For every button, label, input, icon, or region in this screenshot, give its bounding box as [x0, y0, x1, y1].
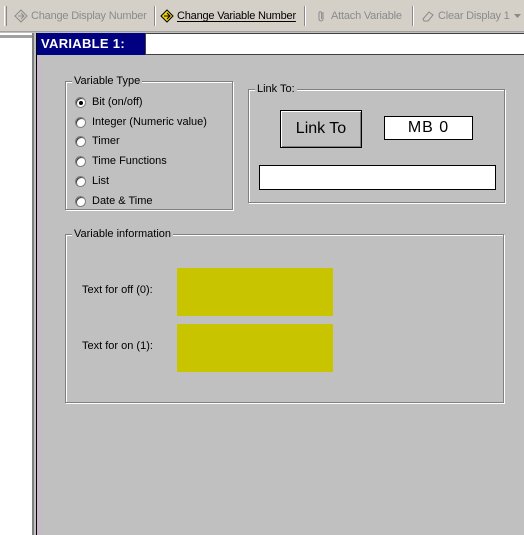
variable-type-group: Variable Type Bit (on/off) Integer (Nume…: [65, 75, 233, 210]
link-description-field[interactable]: [259, 165, 496, 190]
clear-display-button[interactable]: Clear Display 1: [421, 8, 521, 24]
radio-button[interactable]: [75, 135, 86, 147]
left-pane[interactable]: [0, 33, 34, 535]
text-off-label: Text for off (0):: [82, 284, 153, 296]
radio-button[interactable]: [75, 155, 86, 167]
radio-label: Timer: [92, 135, 120, 147]
radio-date-time[interactable]: Date & Time: [75, 194, 153, 208]
radio-label: Integer (Numeric value): [92, 116, 207, 128]
link-address-field[interactable]: MB 0: [384, 116, 473, 140]
link-to-label: Link To:: [255, 83, 297, 96]
variable-name-field[interactable]: [145, 33, 524, 55]
toolbar-separator: [412, 6, 414, 26]
variable-info-label: Variable information: [72, 228, 174, 241]
radio-label: List: [92, 175, 110, 187]
link-to-group: Link To: Link To MB 0: [248, 83, 505, 203]
radio-label: Date & Time: [92, 195, 153, 207]
toolbar-separator: [154, 6, 156, 26]
dropdown-arrow-icon[interactable]: [513, 10, 521, 22]
attach-variable-button[interactable]: Attach Variable: [314, 8, 402, 24]
radio-button[interactable]: [75, 195, 86, 207]
eraser-icon: [421, 9, 435, 23]
toolbar-separator: [304, 6, 306, 26]
diamond-arrow-icon: [14, 9, 28, 23]
text-on-field[interactable]: [177, 324, 333, 372]
text-on-label: Text for on (1):: [82, 340, 153, 352]
radio-list[interactable]: List: [75, 174, 109, 188]
text-off-field[interactable]: [177, 268, 333, 316]
radio-integer[interactable]: Integer (Numeric value): [75, 115, 207, 129]
variable-panel: VARIABLE 1: Variable Type Bit (on/off) I…: [36, 33, 524, 535]
diamond-arrow-icon: [160, 9, 174, 23]
attach-variable-label: Attach Variable: [331, 10, 402, 22]
radio-button[interactable]: [75, 175, 86, 187]
radio-time-functions[interactable]: Time Functions: [75, 154, 167, 168]
radio-label: Time Functions: [92, 155, 167, 167]
change-display-number-button[interactable]: Change Display Number: [14, 8, 147, 24]
radio-button[interactable]: [75, 116, 86, 128]
radio-timer[interactable]: Timer: [75, 134, 120, 148]
change-display-number-label: Change Display Number: [31, 10, 147, 22]
radio-label: Bit (on/off): [92, 96, 143, 108]
variable-type-label: Variable Type: [72, 75, 143, 88]
toolbar: Change Display Number Change Variable Nu…: [0, 0, 524, 32]
left-pane-header: [0, 35, 32, 38]
link-to-button[interactable]: Link To: [280, 110, 362, 148]
toolbar-grip[interactable]: [4, 6, 7, 26]
radio-button[interactable]: [75, 96, 86, 108]
variable-info-group: Variable information Text for off (0): T…: [65, 228, 504, 403]
paperclip-icon: [314, 9, 328, 23]
change-variable-number-button[interactable]: Change Variable Number: [160, 8, 296, 24]
clear-display-label: Clear Display 1: [438, 10, 510, 22]
change-variable-number-label: Change Variable Number: [177, 10, 296, 22]
radio-bit[interactable]: Bit (on/off): [75, 95, 143, 109]
panel-title: VARIABLE 1:: [37, 33, 145, 55]
